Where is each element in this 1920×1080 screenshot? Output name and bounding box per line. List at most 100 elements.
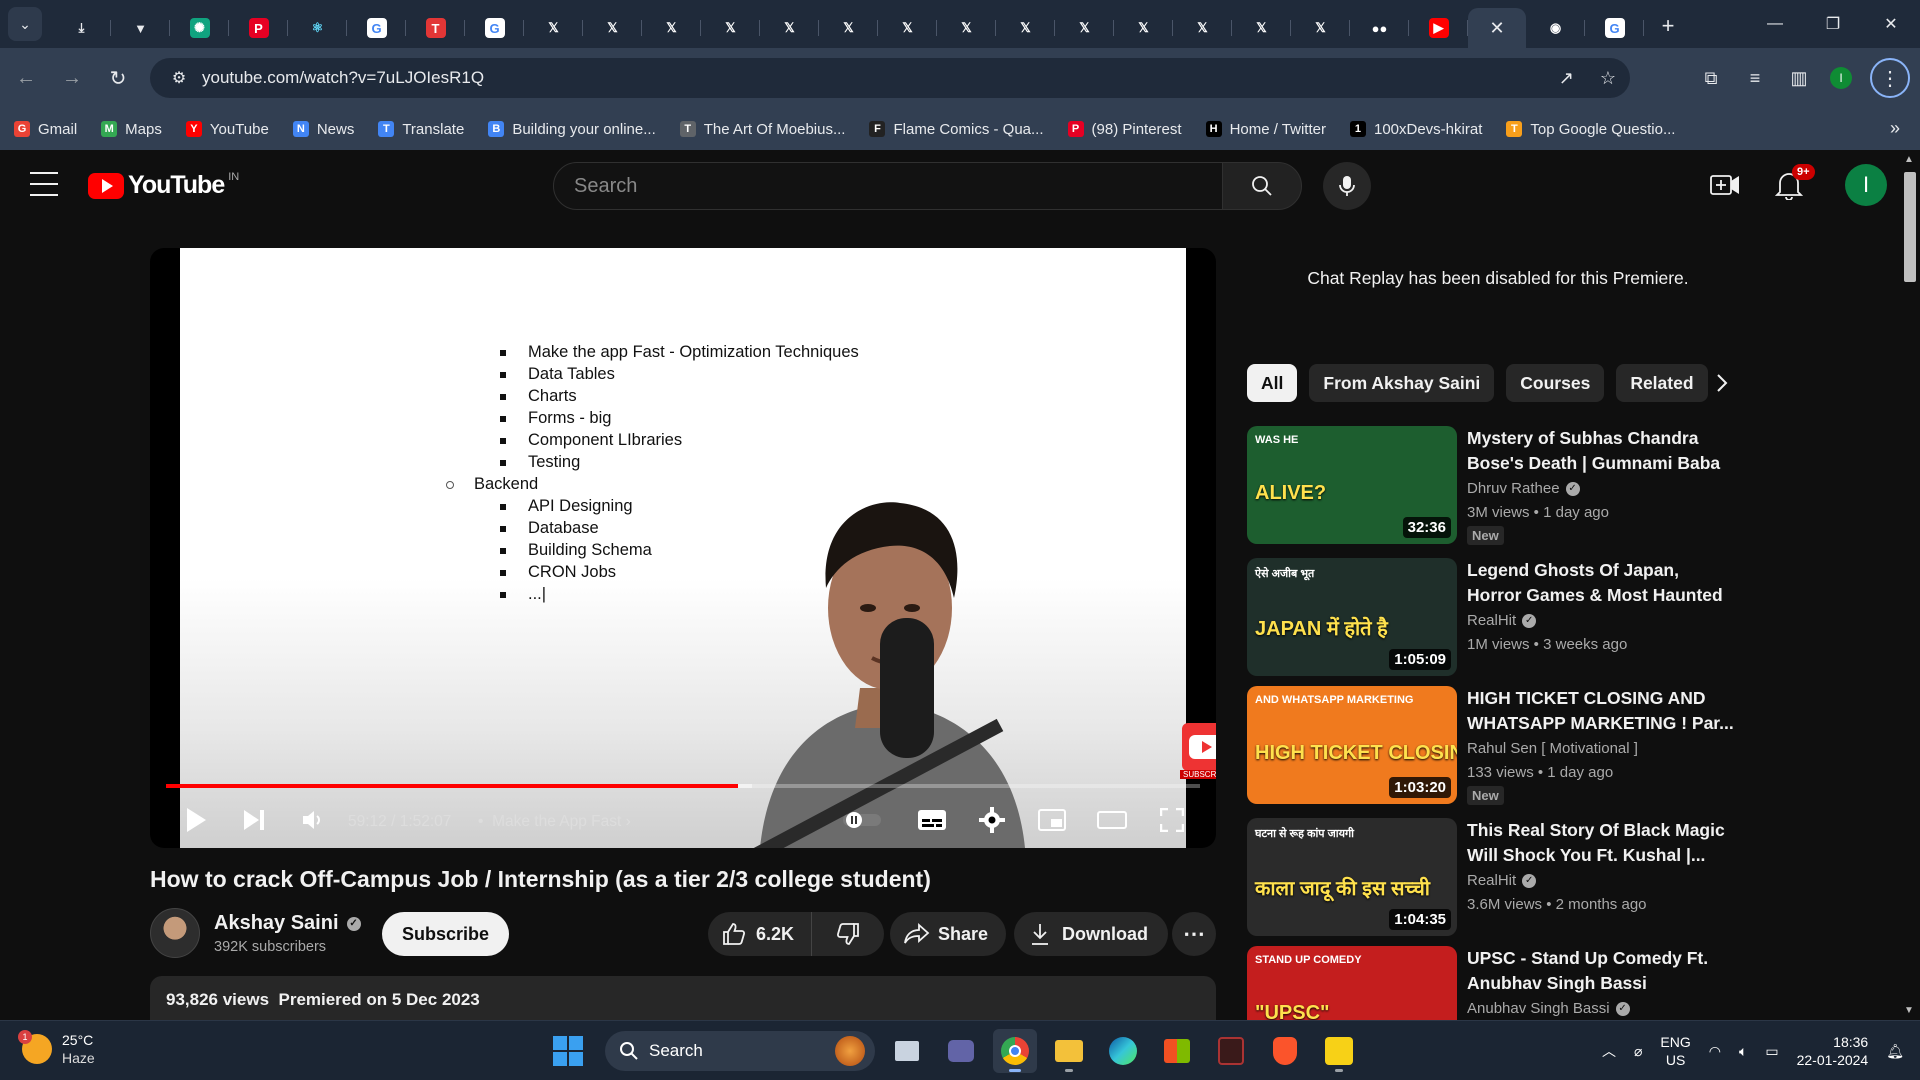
bookmark-item[interactable]: M Maps	[101, 121, 162, 138]
browser-tab[interactable]: ⤓	[52, 8, 111, 48]
bookmark-item[interactable]: P (98) Pinterest	[1067, 121, 1182, 138]
brave-browser-icon[interactable]	[1263, 1029, 1307, 1073]
address-bar[interactable]: ⚙ youtube.com/watch?v=7uLJOIesR1Q ↗ ☆	[150, 58, 1630, 98]
game-launcher-icon[interactable]	[1209, 1029, 1253, 1073]
bookmark-item[interactable]: G Gmail	[14, 121, 77, 138]
minimize-button[interactable]: —	[1746, 0, 1804, 48]
network-off-icon[interactable]: ⌀	[1634, 1043, 1642, 1060]
show-hidden-icons-chevron-icon[interactable]: ︿	[1602, 1041, 1616, 1061]
bookmark-item[interactable]: H Home / Twitter	[1205, 121, 1326, 138]
video-thumbnail[interactable]: घटना से रूह कांप जायगी काला जादू की इस सच…	[1247, 818, 1457, 936]
play-button[interactable]	[178, 802, 214, 838]
extensions-icon[interactable]: ⧉	[1698, 65, 1724, 91]
back-button[interactable]: ←	[6, 58, 46, 98]
recommended-video[interactable]: ऐसे अजीब भूत JAPAN में होते है 1:05:09 Lege…	[1247, 558, 1747, 678]
browser-tab[interactable]: ●●	[1350, 8, 1409, 48]
progress-bar[interactable]	[166, 784, 1200, 788]
new-tab-button[interactable]: +	[1650, 8, 1686, 44]
recommended-video[interactable]: WAS HE ALIVE? 32:36 Mystery of Subhas Chand…	[1247, 426, 1747, 546]
miniplayer-button[interactable]	[1032, 802, 1072, 838]
open-in-app-icon[interactable]: ↗	[1559, 68, 1574, 89]
browser-tab[interactable]: 𝕏	[937, 8, 996, 48]
recommended-channel[interactable]: RealHit ✓	[1467, 872, 1537, 889]
browser-tab[interactable]: 𝕏	[1173, 8, 1232, 48]
recommended-video[interactable]: AND WHATSAPP MARKETING HIGH TICKET CLOSIN…	[1247, 686, 1747, 806]
bookmark-item[interactable]: Y YouTube	[185, 121, 269, 138]
settings-button[interactable]	[972, 802, 1012, 838]
recommended-video-title[interactable]: This Real Story Of Black Magic Will Shoc…	[1467, 818, 1737, 868]
channel-name-link[interactable]: Akshay Saini ✓	[214, 912, 361, 935]
subtitles-button[interactable]	[912, 802, 952, 838]
filter-chip[interactable]: From Akshay Saini	[1309, 364, 1495, 402]
browser-tab[interactable]: ⚛	[288, 8, 347, 48]
bookmark-item[interactable]: T Top Google Questio...	[1506, 121, 1675, 138]
bookmark-item[interactable]: B Building your online...	[488, 121, 656, 138]
battery-icon[interactable]: ▭	[1765, 1043, 1778, 1060]
task-view-icon[interactable]	[885, 1029, 929, 1073]
dislike-button[interactable]	[812, 912, 884, 956]
edge-browser-icon[interactable]	[1101, 1029, 1145, 1073]
restore-button[interactable]: ❐	[1804, 0, 1862, 48]
bookmark-star-icon[interactable]: ☆	[1600, 68, 1616, 89]
browser-tab[interactable]: 𝕏	[701, 8, 760, 48]
player-app-icon[interactable]	[1317, 1029, 1361, 1073]
fullscreen-button[interactable]	[1152, 802, 1192, 838]
youtube-logo[interactable]: YouTube IN	[88, 171, 239, 200]
theater-mode-button[interactable]	[1092, 802, 1132, 838]
next-button[interactable]	[236, 802, 272, 838]
url-text[interactable]: youtube.com/watch?v=7uLJOIesR1Q	[202, 68, 484, 88]
side-panel-icon[interactable]: ▥	[1786, 65, 1812, 91]
speaker-icon[interactable]: 🔈︎	[1739, 1043, 1747, 1060]
more-actions-button[interactable]: ⋯	[1172, 912, 1216, 956]
video-thumbnail[interactable]: ऐसे अजीब भूत JAPAN में होते है 1:05:09	[1247, 558, 1457, 676]
browser-profile-avatar[interactable]: I	[1830, 67, 1852, 89]
windows-start-icon[interactable]	[553, 1036, 583, 1066]
filter-chip[interactable]: Related	[1616, 364, 1708, 402]
scroll-down-arrow-icon[interactable]: ▼	[1904, 1005, 1914, 1016]
filter-chip[interactable]: All	[1247, 364, 1298, 402]
autoplay-toggle[interactable]	[840, 802, 884, 838]
share-button[interactable]: Share	[890, 912, 1007, 956]
forward-button[interactable]: →	[52, 58, 92, 98]
browser-tab[interactable]: 𝕏	[819, 8, 878, 48]
create-video-icon[interactable]	[1710, 172, 1740, 198]
browser-tab[interactable]: ✕	[1468, 8, 1526, 48]
browser-tab[interactable]: 𝕏	[1114, 8, 1173, 48]
recommended-channel[interactable]: Rahul Sen [ Motivational ]	[1467, 740, 1638, 757]
video-player[interactable]: Make the app Fast - Optimization Techniq…	[150, 248, 1216, 848]
bookmark-item[interactable]: N News	[292, 121, 354, 138]
bookmark-item[interactable]: F Flame Comics - Qua...	[869, 121, 1044, 138]
browser-tab[interactable]: 𝕏	[583, 8, 642, 48]
browser-tab[interactable]: G	[347, 8, 406, 48]
microsoft-store-icon[interactable]	[1155, 1029, 1199, 1073]
like-button[interactable]: 6.2K	[708, 912, 812, 956]
browser-tab[interactable]: P	[229, 8, 288, 48]
video-thumbnail[interactable]: WAS HE ALIVE? 32:36	[1247, 426, 1457, 544]
voice-search-button[interactable]	[1323, 162, 1371, 210]
chips-next-button[interactable]	[1704, 364, 1740, 402]
recommended-video-title[interactable]: Mystery of Subhas Chandra Bose's Death |…	[1467, 426, 1737, 476]
teams-meet-icon[interactable]	[939, 1029, 983, 1073]
browser-tab[interactable]: G	[1585, 8, 1644, 48]
recommended-video-title[interactable]: HIGH TICKET CLOSING AND WHATSAPP MARKETI…	[1467, 686, 1737, 736]
media-control-icon[interactable]: ≡	[1742, 65, 1768, 91]
chapter-title-button[interactable]: • Make the App Fast ›	[478, 813, 631, 831]
download-button[interactable]: Download	[1014, 912, 1168, 956]
filter-chip[interactable]: Courses	[1506, 364, 1605, 402]
notification-center-icon[interactable]: 🔔︎	[1886, 1043, 1904, 1060]
search-input[interactable]	[574, 174, 1222, 198]
more-bookmarks-icon[interactable]: »	[1890, 118, 1900, 139]
recommended-video-title[interactable]: UPSC - Stand Up Comedy Ft. Anubhav Singh…	[1467, 946, 1737, 996]
search-button[interactable]	[1222, 162, 1302, 210]
bookmark-item[interactable]: 1 100xDevs-hkirat	[1349, 121, 1482, 138]
close-icon[interactable]: ✕	[1489, 18, 1504, 39]
browser-tab[interactable]: 𝕏	[760, 8, 819, 48]
browser-tab[interactable]: ▶	[1409, 8, 1468, 48]
recommended-channel[interactable]: Anubhav Singh Bassi ✓	[1467, 1000, 1630, 1017]
browser-tab[interactable]: G	[465, 8, 524, 48]
reload-button[interactable]: ↻	[98, 58, 138, 98]
chrome-taskbar-icon[interactable]	[993, 1029, 1037, 1073]
browser-tab[interactable]: 𝕏	[878, 8, 937, 48]
wifi-icon[interactable]: ◠	[1709, 1043, 1721, 1060]
browser-tab[interactable]: 𝕏	[996, 8, 1055, 48]
